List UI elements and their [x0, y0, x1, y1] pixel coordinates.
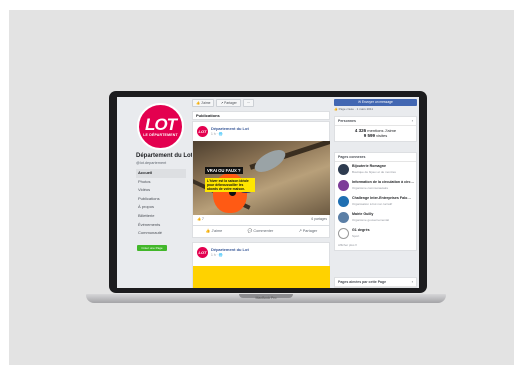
related-page-item[interactable]: G1 degrés Sport — [335, 226, 416, 242]
post-card: LOT Département du Lot 1 h · 🌐 VRAI OU F… — [192, 121, 330, 238]
visits-label: visites — [376, 133, 388, 138]
page-action-bar: 👍 J'aime ↗ Partager ··· — [192, 99, 255, 107]
nav-item-tickets[interactable]: Billetterie — [136, 212, 186, 221]
related-page-category: Organisme communautaire — [352, 186, 389, 190]
comment-button[interactable]: 💬 Commenter — [248, 226, 274, 236]
post-author-avatar[interactable]: LOT — [197, 126, 208, 137]
nav-item-community[interactable]: Communauté — [136, 229, 186, 238]
related-page-name: Mairie Guilly — [352, 212, 374, 216]
comment-label: Commenter — [253, 229, 274, 233]
like-label: J'aime — [211, 229, 223, 233]
related-page-avatar — [338, 212, 349, 223]
like-page-button[interactable]: 👍 J'aime — [192, 99, 215, 107]
related-page-item[interactable]: Information de la circulation à circ… Or… — [335, 178, 416, 194]
nav-item-videos[interactable]: Vidéos — [136, 186, 186, 195]
chevron-right-icon: › — [411, 279, 413, 284]
related-page-name: G1 degrés — [352, 228, 370, 232]
post-timestamp[interactable]: 1 h · 🌐 — [211, 132, 223, 136]
related-page-avatar — [338, 180, 349, 191]
publications-heading: Publications — [192, 111, 330, 120]
page-avatar[interactable]: LOT LE DÉPARTEMENT — [137, 103, 184, 150]
nav-item-about[interactable]: À propos — [136, 203, 186, 212]
related-pages-card: Pages connexes Bijouterie Romagne Boutiq… — [334, 152, 417, 251]
laptop-model-label: MacBook Pro — [255, 296, 277, 300]
related-page-avatar — [338, 164, 349, 175]
nav-item-accueil[interactable]: Accueil — [136, 169, 186, 178]
post-photo[interactable] — [193, 266, 330, 288]
post-author-avatar[interactable]: LOT — [197, 247, 208, 258]
visits-stat: 9 599 visites — [335, 133, 416, 138]
post-author[interactable]: Département du Lot — [211, 126, 249, 131]
like-button[interactable]: 👍 J'aime — [206, 226, 223, 236]
related-page-name: Information de la circulation à circ… — [352, 180, 415, 184]
related-page-avatar — [338, 196, 349, 207]
post-card: LOT Département du Lot 1 h · 🌐 — [192, 242, 330, 288]
people-card: Personnes › 4 326 mentions J'aime 9 599 v… — [334, 116, 417, 142]
visits-count: 9 599 — [363, 133, 375, 138]
send-message-label: Envoyer un message — [361, 100, 393, 104]
nav-item-events[interactable]: Événements — [136, 221, 186, 230]
share-page-button[interactable]: ↗ Partager — [216, 99, 241, 107]
quiz-title: VRAI OU FAUX ? — [205, 167, 243, 174]
page-title[interactable]: Département du Lot — [136, 153, 193, 159]
post-photo[interactable]: VRAI OU FAUX ? L'hiver est la saison idé… — [193, 141, 330, 215]
logo-subtext: LE DÉPARTEMENT — [143, 132, 178, 137]
show-more-link[interactable]: Afficher plus ▾ — [335, 242, 416, 250]
quiz-overlay: VRAI OU FAUX ? L'hiver est la saison idé… — [205, 159, 255, 192]
reaction-count[interactable]: 👍 7 — [197, 217, 204, 221]
nav-item-photos[interactable]: Photos — [136, 178, 186, 187]
related-page-item[interactable]: Mairie Guilly Organisme gouvernemental — [335, 210, 416, 226]
photo-bird-wing — [251, 145, 289, 177]
send-message-button[interactable]: ✉ Envoyer un message — [334, 99, 417, 106]
liked-pages-card: Pages aimées par cette Page › — [334, 277, 417, 288]
info-sidebar: ✉ Envoyer un message 👍 Page créée · 1 ma… — [334, 97, 419, 288]
post-author[interactable]: Département du Lot — [211, 247, 249, 252]
feed: 👍 J'aime ↗ Partager ··· Publications LOT… — [192, 97, 330, 288]
page-sidebar: LOT LE DÉPARTEMENT Département du Lot @l… — [117, 97, 193, 288]
liked-pages-heading[interactable]: Pages aimées par cette Page › — [335, 278, 416, 287]
post-stats: 👍 7 6 partages — [197, 217, 327, 221]
related-page-category: Boutique de bijoux et de montres — [352, 170, 396, 174]
related-page-category: Organisme gouvernemental — [352, 218, 390, 222]
share-button[interactable]: ↗ Partager — [299, 226, 318, 236]
more-options-button[interactable]: ··· — [242, 99, 255, 107]
related-pages-heading: Pages connexes — [335, 153, 416, 162]
related-page-item[interactable]: Bijouterie Romagne Boutique de bijoux et… — [335, 162, 416, 178]
nav-item-publications[interactable]: Publications — [136, 195, 186, 204]
related-page-name: Challenge Inter-Entreprises Falo… — [352, 196, 411, 200]
related-page-avatar — [338, 228, 349, 239]
related-page-name: Bijouterie Romagne — [352, 164, 386, 168]
screen: LOT LE DÉPARTEMENT Département du Lot @l… — [117, 97, 419, 288]
related-page-category: Sport — [352, 234, 360, 238]
related-page-item[interactable]: Challenge Inter-Entreprises Falo… Organi… — [335, 194, 416, 210]
logo-text: LOT — [145, 114, 177, 134]
post-timestamp[interactable]: 1 h · 🌐 — [211, 253, 223, 257]
related-page-category: Organisation à but non lucratif — [352, 202, 393, 206]
page-handle: @lot.departement — [136, 161, 167, 165]
people-heading[interactable]: Personnes › — [335, 117, 416, 126]
page-created-info: 👍 Page créée · 1 mars 2011 — [334, 107, 374, 111]
share-count[interactable]: 6 partages — [311, 217, 327, 221]
post-actions: 👍 J'aime 💬 Commenter ↗ Partager — [193, 225, 330, 236]
page-nav: Accueil Photos Vidéos Publications À pro… — [136, 169, 186, 238]
create-page-button[interactable]: Créer une Page — [137, 245, 167, 251]
share-label: Partager — [302, 229, 318, 233]
chevron-right-icon: › — [411, 118, 413, 123]
quiz-question: L'hiver est la saison idéale pour débrou… — [205, 178, 255, 192]
